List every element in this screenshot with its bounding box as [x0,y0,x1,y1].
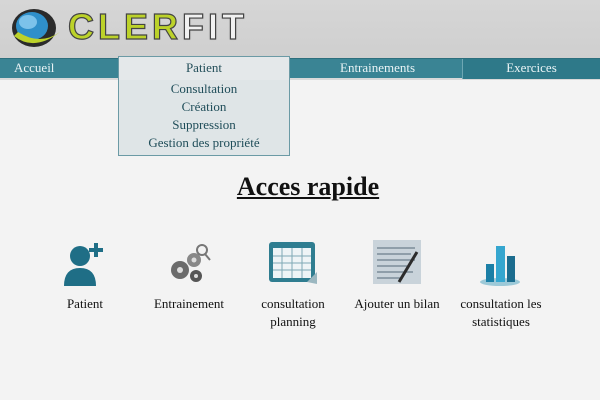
main-nav: Accueil Entrainements Exercices Patient [0,56,600,80]
menu-item-creation[interactable]: Création [119,98,289,116]
quick-access-label: consultation les statistiques [460,296,542,329]
quick-access-planning[interactable]: consultation planning [238,238,348,331]
calendar-icon [269,242,317,284]
bar-chart-icon [480,246,520,286]
patient-dropdown-menu: Consultation Création Suppression Gestio… [118,80,290,156]
quick-access-patient[interactable]: Patient [30,238,140,313]
nav-item-entrainements[interactable]: Entrainements [340,59,415,79]
quick-access-label: Ajouter un bilan [354,296,440,311]
document-icon [373,240,421,284]
quick-access-label: Entrainement [153,296,225,311]
patient-icon [64,243,103,286]
nav-item-exercices[interactable]: Exercices [462,59,600,79]
nav-item-patient[interactable]: Patient [118,56,290,80]
app-logo-text: CLERFIT [67,6,248,47]
menu-item-gestion-proprietes[interactable]: Gestion des propriété [119,134,289,152]
page-title: Acces rapide [236,172,380,201]
quick-access-bilan[interactable]: Ajouter un bilan [342,238,452,313]
nav-item-accueil[interactable]: Accueil [14,59,54,79]
menu-item-consultation[interactable]: Consultation [119,80,289,98]
quick-access-label: Patient [66,296,104,311]
logo-icon [12,9,60,47]
quick-access-entrainement[interactable]: Entrainement [134,238,244,313]
menu-item-suppression[interactable]: Suppression [119,116,289,134]
header: CLERFIT [0,0,600,58]
quick-access-statistiques[interactable]: consultation les statistiques [446,238,556,331]
gears-icon [171,244,211,282]
quick-access-label: consultation planning [261,296,325,329]
